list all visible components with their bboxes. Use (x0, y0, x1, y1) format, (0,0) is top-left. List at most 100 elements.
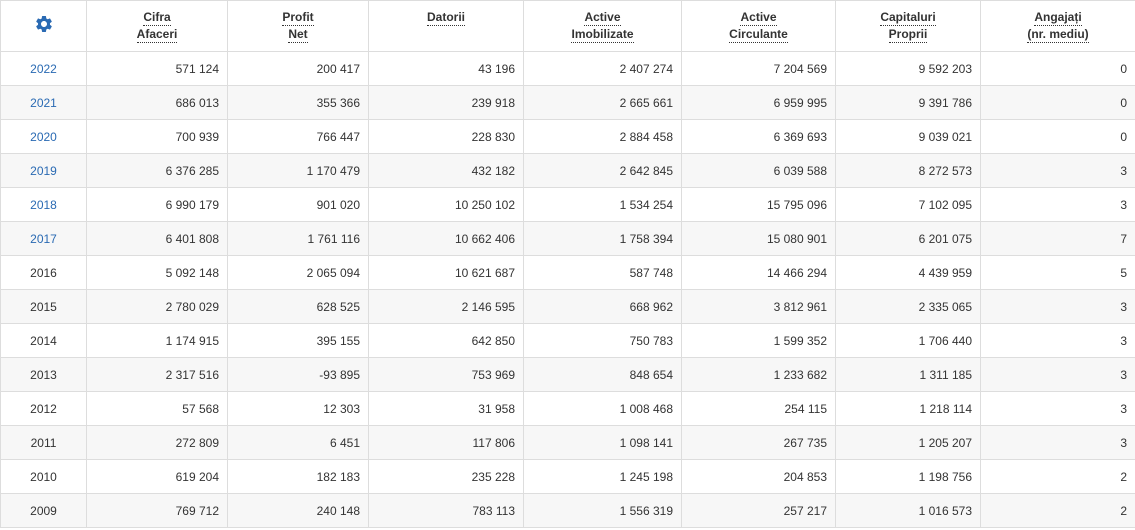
column-header-active-circulante[interactable]: Active Circulante (681, 0, 836, 52)
header-line-1: Active (740, 10, 777, 26)
cell-active-imob: 1 245 198 (523, 459, 682, 494)
header-line-2: (nr. mediu) (1027, 27, 1089, 43)
cell-datorii: 31 958 (368, 391, 524, 426)
header-line-2: Net (288, 27, 308, 43)
table-row: 2017 6 401 808 1 761 116 10 662 406 1 758 39… (0, 221, 1135, 256)
cell-capitaluri: 1 218 114 (835, 391, 981, 426)
cell-datorii: 228 830 (368, 119, 524, 154)
cell-profit: 240 148 (227, 493, 369, 528)
cell-profit: 2 065 094 (227, 255, 369, 290)
cell-capitaluri: 1 205 207 (835, 425, 981, 460)
cell-cifra: 6 401 808 (86, 221, 228, 256)
cell-angajati: 3 (980, 187, 1135, 222)
cell-datorii: 10 662 406 (368, 221, 524, 256)
year-link[interactable]: 2020 (30, 130, 57, 144)
year-link[interactable]: 2022 (30, 62, 57, 76)
header-line-1: Cifra (143, 10, 171, 26)
cell-datorii: 783 113 (368, 493, 524, 528)
cell-active-imob: 1 008 468 (523, 391, 682, 426)
gear-icon[interactable] (34, 14, 54, 34)
year-cell: 2022 (0, 51, 87, 86)
cell-profit: 6 451 (227, 425, 369, 460)
cell-capitaluri: 1 706 440 (835, 323, 981, 358)
cell-cifra: 6 376 285 (86, 153, 228, 188)
cell-active-imob: 2 407 274 (523, 51, 682, 86)
year-link[interactable]: 2017 (30, 232, 57, 246)
cell-cifra: 1 174 915 (86, 323, 228, 358)
column-header-cifra-afaceri[interactable]: Cifra Afaceri (86, 0, 228, 52)
header-line-2: Afaceri (136, 27, 178, 43)
cell-angajati: 0 (980, 85, 1135, 120)
year-cell: 2011 (0, 425, 87, 460)
year-cell: 2013 (0, 357, 87, 392)
year-label: 2011 (30, 435, 57, 450)
cell-cifra: 2 780 029 (86, 289, 228, 324)
cell-active-imob: 587 748 (523, 255, 682, 290)
column-header-angajati[interactable]: Angajați (nr. mediu) (980, 0, 1135, 52)
column-header-capitaluri-proprii[interactable]: Capitaluri Proprii (835, 0, 981, 52)
year-cell: 2017 (0, 221, 87, 256)
table-row: 2012 57 568 12 303 31 958 1 008 468 254 115 1 … (0, 391, 1135, 426)
column-header-profit-net[interactable]: Profit Net (227, 0, 369, 52)
cell-active-circ: 204 853 (681, 459, 836, 494)
cell-capitaluri: 6 201 075 (835, 221, 981, 256)
column-header-active-imobilizate[interactable]: Active Imobilizate (523, 0, 682, 52)
cell-datorii: 239 918 (368, 85, 524, 120)
cell-active-circ: 1 599 352 (681, 323, 836, 358)
cell-profit: 355 366 (227, 85, 369, 120)
cell-active-circ: 14 466 294 (681, 255, 836, 290)
cell-datorii: 117 806 (368, 425, 524, 460)
cell-cifra: 5 092 148 (86, 255, 228, 290)
year-link[interactable]: 2019 (30, 164, 57, 178)
cell-capitaluri: 8 272 573 (835, 153, 981, 188)
year-link[interactable]: 2021 (30, 96, 57, 110)
cell-cifra: 571 124 (86, 51, 228, 86)
cell-angajati: 0 (980, 119, 1135, 154)
cell-cifra: 700 939 (86, 119, 228, 154)
cell-active-imob: 1 534 254 (523, 187, 682, 222)
year-cell: 2016 (0, 255, 87, 290)
cell-active-circ: 254 115 (681, 391, 836, 426)
year-cell: 2020 (0, 119, 87, 154)
cell-datorii: 43 196 (368, 51, 524, 86)
header-line-1: Profit (282, 10, 314, 26)
table-row: 2021 686 013 355 366 239 918 2 665 661 6 959 … (0, 85, 1135, 120)
cell-cifra: 57 568 (86, 391, 228, 426)
settings-header-cell (0, 0, 87, 52)
cell-angajati: 3 (980, 357, 1135, 392)
year-link[interactable]: 2018 (30, 198, 57, 212)
year-label: 2015 (30, 299, 57, 314)
cell-active-imob: 1 758 394 (523, 221, 682, 256)
year-cell: 2014 (0, 323, 87, 358)
table-row: 2011 272 809 6 451 117 806 1 098 141 267 735 1… (0, 425, 1135, 460)
cell-cifra: 686 013 (86, 85, 228, 120)
cell-angajati: 3 (980, 391, 1135, 426)
year-cell: 2019 (0, 153, 87, 188)
cell-angajati: 2 (980, 459, 1135, 494)
header-line-1: Active (584, 10, 621, 26)
table-row: 2019 6 376 285 1 170 479 432 182 2 642 845 6 … (0, 153, 1135, 188)
cell-capitaluri: 4 439 959 (835, 255, 981, 290)
cell-active-circ: 15 080 901 (681, 221, 836, 256)
cell-datorii: 642 850 (368, 323, 524, 358)
cell-datorii: 10 250 102 (368, 187, 524, 222)
table-row: 2018 6 990 179 901 020 10 250 102 1 534 254 1… (0, 187, 1135, 222)
cell-active-circ: 6 039 588 (681, 153, 836, 188)
year-label: 2014 (30, 333, 57, 348)
cell-active-circ: 267 735 (681, 425, 836, 460)
column-header-datorii[interactable]: Datorii (368, 0, 524, 52)
cell-active-circ: 3 812 961 (681, 289, 836, 324)
cell-datorii: 753 969 (368, 357, 524, 392)
cell-active-imob: 2 642 845 (523, 153, 682, 188)
year-label: 2016 (30, 265, 57, 280)
cell-profit: 901 020 (227, 187, 369, 222)
cell-active-imob: 848 654 (523, 357, 682, 392)
cell-profit: 1 170 479 (227, 153, 369, 188)
cell-datorii: 2 146 595 (368, 289, 524, 324)
table-row: 2014 1 174 915 395 155 642 850 750 783 1 599 … (0, 323, 1135, 358)
cell-angajati: 3 (980, 323, 1135, 358)
cell-capitaluri: 1 016 573 (835, 493, 981, 528)
header-line-1: Datorii (426, 10, 465, 26)
cell-profit: 182 183 (227, 459, 369, 494)
year-label: 2012 (30, 401, 57, 416)
